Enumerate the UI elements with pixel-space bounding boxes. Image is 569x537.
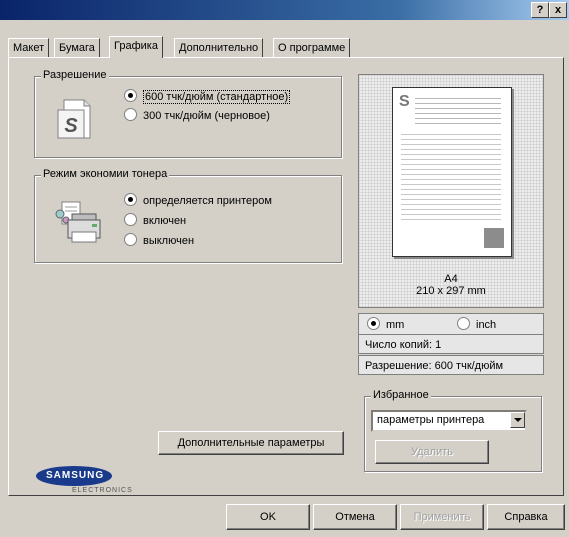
toner-on-label: включен: [143, 215, 187, 227]
tab-about[interactable]: О программе: [273, 38, 351, 57]
tab-layout[interactable]: Макет: [8, 38, 50, 57]
resolution-info: Разрешение: 600 тчк/дюйм: [358, 355, 544, 375]
resolution-600-radio[interactable]: 600 тчк/дюйм (стандартное): [124, 89, 291, 104]
resolution-legend: Разрешение: [41, 69, 109, 81]
samsung-logo: SAMSUNG ELECTRONICS: [34, 465, 132, 495]
favorites-select[interactable]: параметры принтера: [371, 410, 527, 432]
tab-graphics[interactable]: Графика: [109, 36, 163, 58]
radio-icon: [457, 317, 470, 330]
help-footer-button[interactable]: Справка: [487, 504, 565, 530]
toner-printer-label: определяется принтером: [143, 195, 272, 207]
page-preview: S A4 210 x 297 mm: [358, 74, 544, 308]
paper-size: 210 x 297 mm: [416, 285, 486, 297]
resolution-300-label: 300 тчк/дюйм (черновое): [143, 110, 270, 122]
toner-off-label: выключен: [143, 235, 195, 247]
document-icon: S: [50, 98, 96, 142]
close-button[interactable]: x: [549, 2, 567, 18]
title-bar: ? x: [0, 0, 569, 20]
apply-button[interactable]: Применить: [400, 504, 484, 530]
tab-advanced[interactable]: Дополнительно: [174, 38, 264, 57]
resolution-300-radio[interactable]: 300 тчк/дюйм (черновое): [124, 108, 270, 122]
radio-icon: [124, 108, 137, 121]
delete-button[interactable]: Удалить: [375, 440, 489, 464]
radio-icon: [124, 233, 137, 246]
advanced-options-button[interactable]: Дополнительные параметры: [158, 431, 344, 455]
preview-image-block: [484, 228, 504, 248]
printer-icon: [52, 198, 106, 246]
toner-on-radio[interactable]: включен: [124, 213, 186, 227]
cancel-button[interactable]: Отмена: [313, 504, 397, 530]
ok-button[interactable]: OK: [226, 504, 310, 530]
preview-text-lines: [415, 98, 501, 128]
radio-selected-icon: [367, 317, 380, 330]
samsung-logo-text: SAMSUNG: [46, 470, 105, 481]
unit-inch-radio[interactable]: inch: [457, 317, 496, 331]
favorites-legend: Избранное: [371, 389, 431, 401]
chevron-down-icon[interactable]: [510, 412, 525, 428]
samsung-logo-sub: ELECTRONICS: [72, 487, 133, 494]
radio-selected-icon: [124, 89, 137, 102]
unit-inch-label: inch: [476, 319, 497, 331]
preview-page-letter: S: [399, 93, 410, 110]
units-row: mm inch: [358, 313, 544, 335]
unit-mm-label: mm: [386, 319, 405, 331]
tab-paper[interactable]: Бумага: [54, 38, 100, 57]
toner-off-radio[interactable]: выключен: [124, 233, 194, 247]
resolution-600-label: 600 тчк/дюйм (стандартное): [143, 90, 291, 104]
toner-printer-radio[interactable]: определяется принтером: [124, 193, 272, 207]
unit-mm-radio[interactable]: mm: [367, 317, 404, 331]
preview-page: S: [392, 87, 512, 257]
help-button[interactable]: ?: [531, 2, 549, 18]
svg-text:S: S: [64, 115, 78, 137]
radio-selected-icon: [124, 193, 137, 206]
paper-name: A4: [444, 273, 458, 285]
copies-info: Число копий: 1: [358, 334, 544, 354]
favorites-value: параметры принтера: [377, 414, 485, 426]
toner-legend: Режим экономии тонера: [41, 168, 170, 180]
preview-body-lines: [401, 134, 501, 220]
radio-icon: [124, 213, 137, 226]
